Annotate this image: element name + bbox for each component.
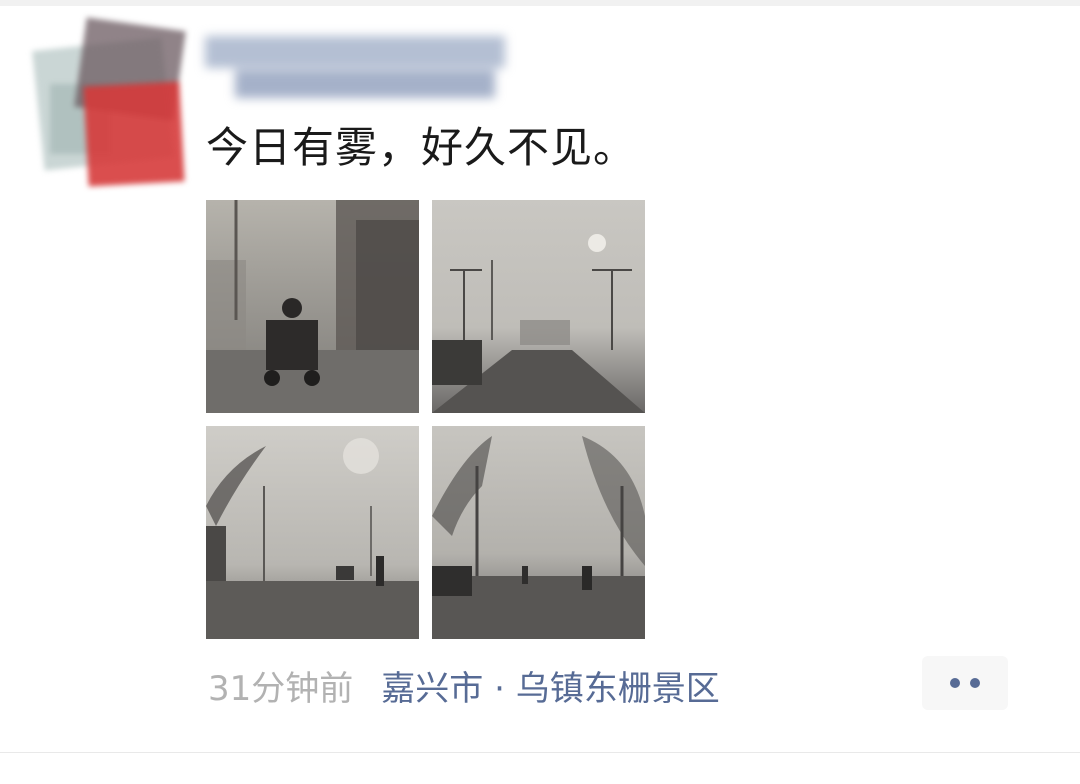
photo-thumbnail-1[interactable]	[206, 200, 419, 413]
post-meta: 31分钟前 嘉兴市 · 乌镇东栅景区	[208, 660, 720, 710]
photo-grid	[206, 200, 646, 640]
foggy-avenue-trees-photo	[432, 426, 645, 639]
post-text: 今日有雾，好久不见。	[206, 123, 637, 172]
photo-thumbnail-3[interactable]	[206, 426, 419, 639]
photo-thumbnail-4[interactable]	[432, 426, 645, 639]
photo-thumbnail-2[interactable]	[432, 200, 645, 413]
bottom-divider	[0, 752, 1080, 753]
location-link[interactable]: 嘉兴市 · 乌镇东栅景区	[381, 661, 719, 710]
foggy-road-streetlights-photo	[432, 200, 645, 413]
more-actions-button[interactable]	[922, 656, 1008, 710]
foggy-street-pedestrian-photo	[206, 426, 419, 639]
post-timestamp: 31分钟前	[208, 668, 354, 709]
avatar[interactable]	[30, 14, 188, 190]
top-divider	[0, 0, 1080, 6]
more-dots-icon	[950, 678, 960, 688]
foggy-street-tricycle-photo	[206, 200, 419, 413]
moments-post: 今日有雾，好久不见。 31分钟前 嘉兴市 · 乌镇东栅景区	[0, 0, 1080, 784]
username-blurred[interactable]	[205, 28, 520, 108]
more-dots-icon	[970, 678, 980, 688]
